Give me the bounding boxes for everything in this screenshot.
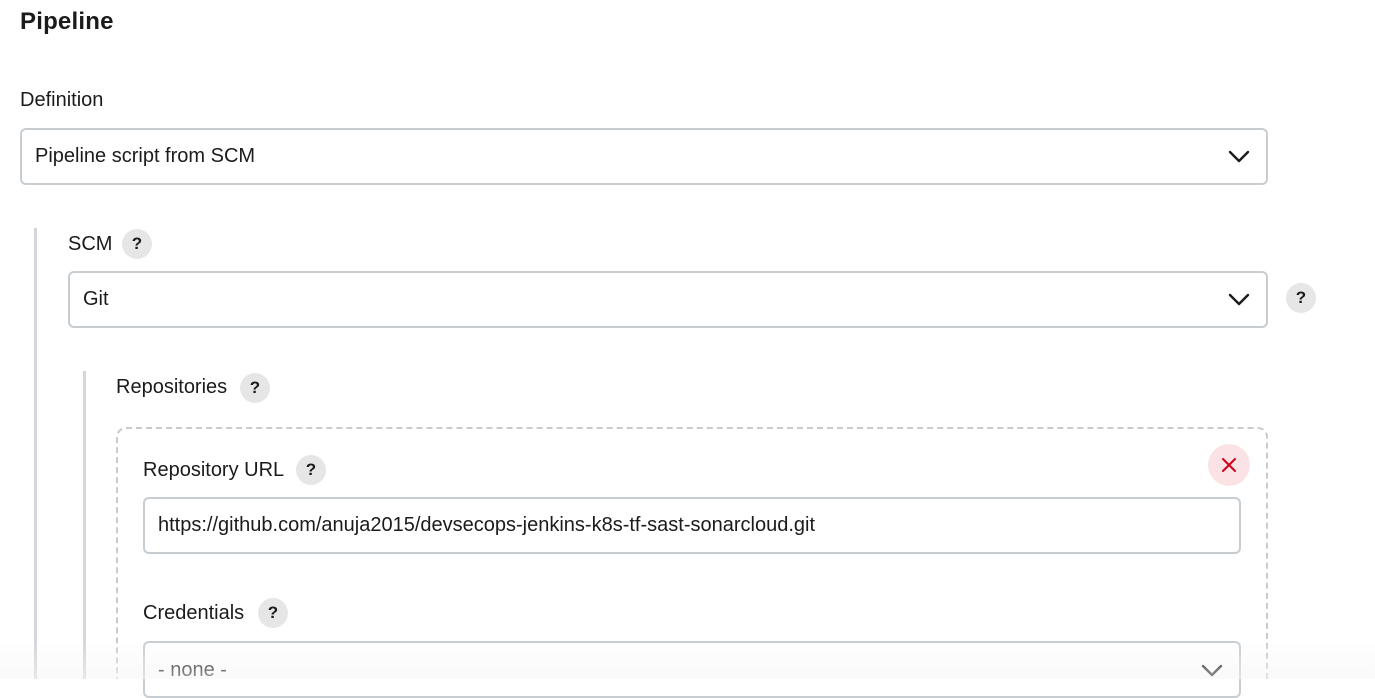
repositories-section-bar [83, 371, 86, 679]
question-mark-glyph: ? [305, 460, 317, 479]
scm-select-help-icon[interactable]: ? [1286, 283, 1316, 313]
question-mark-glyph: ? [131, 234, 143, 253]
chevron-down-icon [1228, 150, 1250, 162]
scm-section-bar [34, 228, 37, 679]
close-icon [1222, 458, 1236, 472]
repository-url-help-icon[interactable]: ? [296, 455, 326, 485]
repositories-help-icon[interactable]: ? [240, 373, 270, 403]
question-mark-glyph: ? [249, 378, 261, 397]
scm-help-icon[interactable]: ? [122, 229, 152, 259]
scm-select-value: Git [83, 288, 109, 310]
repository-url-value: https://github.com/anuja2015/devsecops-j… [158, 514, 816, 536]
section-title: Pipeline [20, 8, 114, 35]
scm-select[interactable]: Git [68, 271, 1268, 328]
definition-label: Definition [20, 89, 104, 111]
scm-label: SCM [68, 233, 113, 255]
repository-url-label: Repository URL [143, 459, 285, 481]
chevron-down-icon [1228, 293, 1250, 305]
question-mark-glyph: ? [267, 603, 279, 622]
chevron-down-icon [1201, 664, 1223, 677]
question-mark-glyph: ? [1295, 288, 1307, 307]
repository-url-input[interactable]: https://github.com/anuja2015/devsecops-j… [143, 497, 1241, 554]
definition-select-value: Pipeline script from SCM [35, 145, 256, 167]
delete-repository-button[interactable] [1208, 444, 1250, 486]
definition-select[interactable]: Pipeline script from SCM [20, 128, 1268, 185]
credentials-label: Credentials [143, 602, 245, 624]
repositories-label: Repositories [116, 376, 228, 398]
credentials-select[interactable]: - none - [143, 641, 1241, 698]
credentials-help-icon[interactable]: ? [258, 598, 288, 628]
